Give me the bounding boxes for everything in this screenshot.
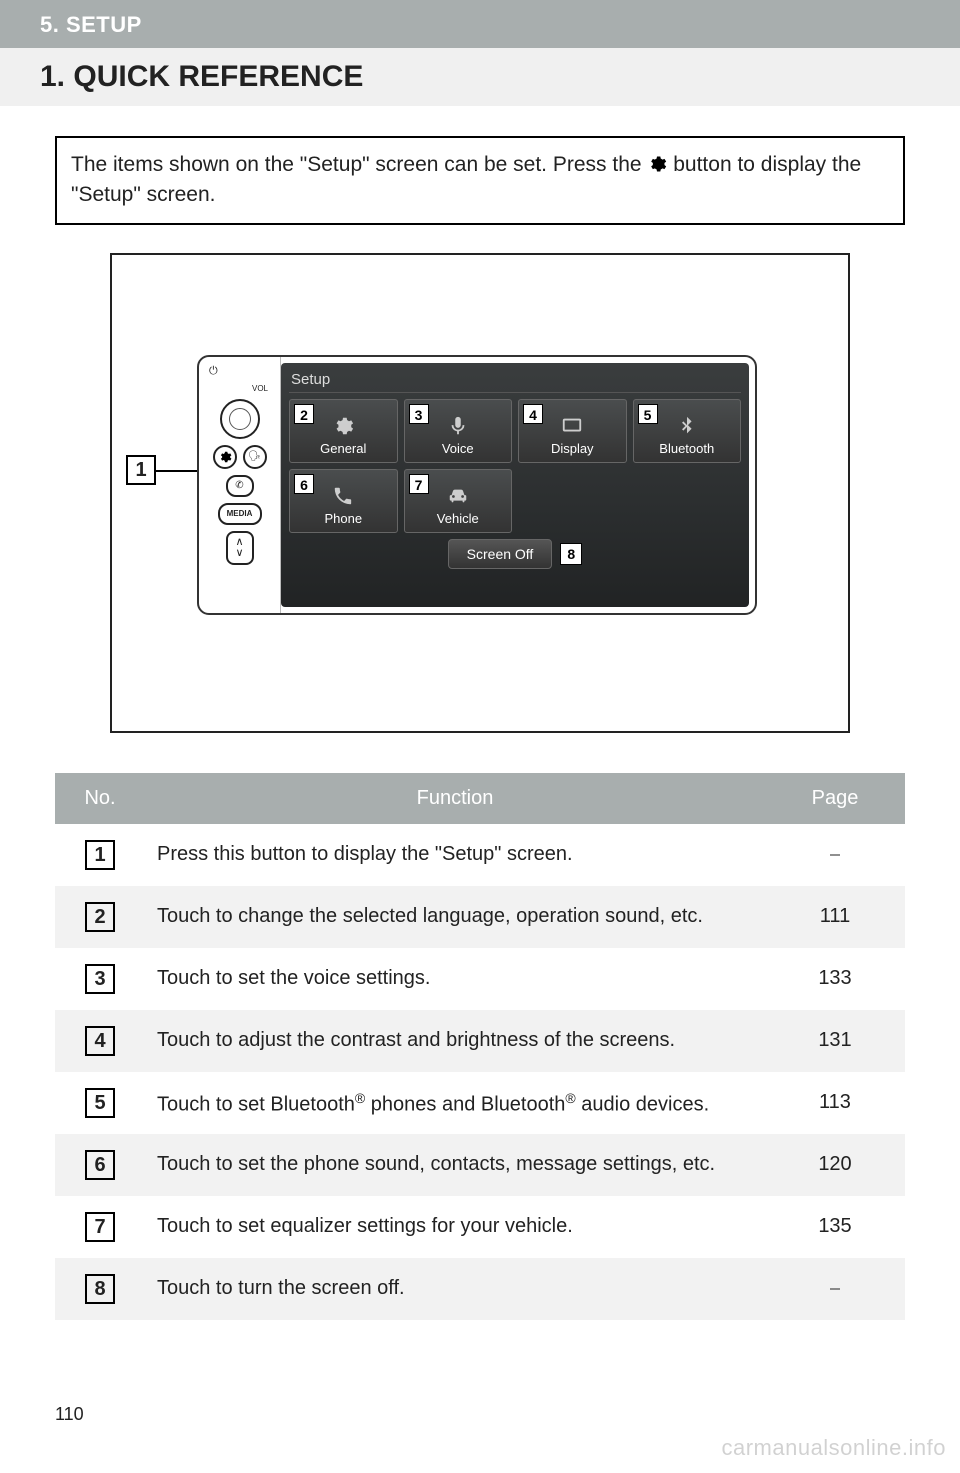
- vol-label: VOL: [252, 384, 268, 393]
- headunit-screen: Setup 2 General 3 Voice 4: [281, 363, 749, 607]
- tile-voice[interactable]: 3 Voice: [404, 399, 513, 463]
- row-page: 113: [765, 1072, 905, 1134]
- row-number: 1: [55, 824, 145, 886]
- row-function: Touch to change the selected language, o…: [145, 886, 765, 948]
- tile-label: Display: [551, 441, 594, 456]
- table-row: 6Touch to set the phone sound, contacts,…: [55, 1134, 905, 1196]
- gear-icon: [332, 415, 354, 437]
- tile-phone[interactable]: 6 Phone: [289, 469, 398, 533]
- row-number: 3: [55, 948, 145, 1010]
- settings-hw-button[interactable]: [213, 445, 237, 469]
- tile-badge: 2: [294, 404, 314, 424]
- headunit-controls: ⏻ VOL 🗣 ✆ MEDIA ∧∨: [199, 357, 281, 613]
- callout-1: 1: [126, 455, 156, 485]
- bluetooth-icon: [676, 415, 698, 437]
- headunit: ⏻ VOL 🗣 ✆ MEDIA ∧∨ Setup 2: [197, 355, 757, 615]
- tile-label: General: [320, 441, 366, 456]
- power-icon: ⏻: [209, 365, 218, 378]
- table-row: 7Touch to set equalizer settings for you…: [55, 1196, 905, 1258]
- section-header: 5. SETUP: [0, 0, 960, 48]
- row-page: 133: [765, 948, 905, 1010]
- col-no: No.: [55, 773, 145, 824]
- media-hw-button[interactable]: MEDIA: [218, 503, 262, 525]
- car-icon: [447, 485, 469, 507]
- row-page: 111: [765, 886, 905, 948]
- row-function: Touch to turn the screen off.: [145, 1258, 765, 1320]
- row-page: ⎯: [765, 824, 905, 886]
- tile-badge: 6: [294, 474, 314, 494]
- screen-off-badge: 8: [560, 543, 582, 565]
- table-row: 8Touch to turn the screen off.⎯: [55, 1258, 905, 1320]
- col-page: Page: [765, 773, 905, 824]
- gear-icon: [218, 450, 232, 464]
- tile-badge: 7: [409, 474, 429, 494]
- tile-badge: 5: [638, 404, 658, 424]
- tile-badge: 3: [409, 404, 429, 424]
- tile-label: Phone: [324, 511, 362, 526]
- mic-icon: [447, 415, 469, 437]
- row-number: 6: [55, 1134, 145, 1196]
- tile-badge: 4: [523, 404, 543, 424]
- row-function: Press this button to display the "Setup"…: [145, 824, 765, 886]
- row-number: 5: [55, 1072, 145, 1134]
- reference-table: No. Function Page 1Press this button to …: [55, 773, 905, 1320]
- row-function: Touch to set the phone sound, contacts, …: [145, 1134, 765, 1196]
- row-page: 120: [765, 1134, 905, 1196]
- row-number: 8: [55, 1258, 145, 1320]
- page-title: 1. QUICK REFERENCE: [0, 48, 960, 106]
- device-illustration: 1 ⏻ VOL 🗣 ✆ MEDIA ∧∨ Setup: [110, 253, 850, 733]
- row-function: Touch to set the voice settings.: [145, 948, 765, 1010]
- page-number: 110: [55, 1404, 84, 1425]
- row-number: 2: [55, 886, 145, 948]
- row-page: 135: [765, 1196, 905, 1258]
- row-function: Touch to set equalizer settings for your…: [145, 1196, 765, 1258]
- row-function: Touch to set Bluetooth® phones and Bluet…: [145, 1072, 765, 1134]
- gear-icon: [647, 154, 667, 174]
- row-page: ⎯: [765, 1258, 905, 1320]
- volume-knob[interactable]: [220, 399, 260, 439]
- table-row: 1Press this button to display the "Setup…: [55, 824, 905, 886]
- phone-icon: [332, 485, 354, 507]
- seek-hw-button[interactable]: ∧∨: [226, 531, 254, 565]
- tile-label: Voice: [442, 441, 474, 456]
- tile-general[interactable]: 2 General: [289, 399, 398, 463]
- screen-off-button[interactable]: Screen Off: [448, 539, 553, 569]
- row-number: 7: [55, 1196, 145, 1258]
- tile-label: Bluetooth: [659, 441, 714, 456]
- row-function: Touch to adjust the contrast and brightn…: [145, 1010, 765, 1072]
- table-row: 5Touch to set Bluetooth® phones and Blue…: [55, 1072, 905, 1134]
- tile-label: Vehicle: [437, 511, 479, 526]
- intro-box: The items shown on the "Setup" screen ca…: [55, 136, 905, 225]
- voice-hw-button[interactable]: 🗣: [243, 445, 267, 469]
- intro-text-1: The items shown on the "Setup" screen ca…: [71, 153, 647, 176]
- tile-vehicle[interactable]: 7 Vehicle: [404, 469, 513, 533]
- table-row: 3Touch to set the voice settings.133: [55, 948, 905, 1010]
- tile-display[interactable]: 4 Display: [518, 399, 627, 463]
- col-function: Function: [145, 773, 765, 824]
- row-number: 4: [55, 1010, 145, 1072]
- phone-hw-button[interactable]: ✆: [226, 475, 254, 497]
- tile-bluetooth[interactable]: 5 Bluetooth: [633, 399, 742, 463]
- screen-title: Setup: [289, 369, 741, 393]
- watermark: carmanualsonline.info: [721, 1435, 946, 1461]
- monitor-icon: [561, 415, 583, 437]
- table-row: 2Touch to change the selected language, …: [55, 886, 905, 948]
- table-row: 4Touch to adjust the contrast and bright…: [55, 1010, 905, 1072]
- row-page: 131: [765, 1010, 905, 1072]
